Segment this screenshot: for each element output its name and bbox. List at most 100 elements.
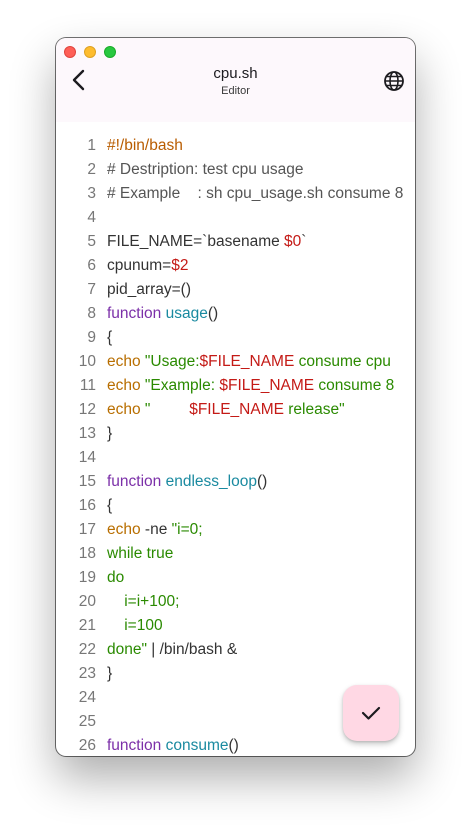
code-token: | /bin/bash &: [146, 641, 238, 658]
title-block: cpu.sh Editor: [56, 65, 415, 98]
line-code: echo "Example: $FILE_NAME consume 8: [107, 374, 394, 398]
line-number: 8: [87, 305, 96, 322]
line-number: 10: [78, 353, 96, 370]
code-token: FILE_NAME=`basename: [107, 233, 285, 250]
line-number: 12: [78, 401, 96, 418]
code-token: consume 8: [314, 377, 395, 394]
line-number: 26: [78, 737, 96, 754]
code-line[interactable]: 23}: [56, 662, 415, 686]
line-number: 4: [87, 209, 96, 226]
line-number: 13: [78, 425, 96, 442]
code-token: while true: [107, 545, 174, 562]
line-number: 7: [87, 281, 96, 298]
code-line[interactable]: 6 cpunum=$2: [56, 254, 415, 278]
code-line[interactable]: 20 i=i+100;: [56, 590, 415, 614]
line-number: 6: [87, 257, 96, 274]
code-token: consume cpu: [294, 353, 391, 370]
line-number: 18: [78, 545, 96, 562]
code-line[interactable]: 11 echo "Example: $FILE_NAME consume 8: [56, 374, 415, 398]
code-token: i=100: [107, 617, 163, 634]
code-editor[interactable]: 1 #!/bin/bash 2 # Destription: test cpu usa…: [56, 134, 415, 756]
close-window-button[interactable]: [64, 46, 76, 58]
line-code: function usage(): [107, 302, 218, 326]
line-number: 11: [79, 377, 96, 394]
code-line[interactable]: 14: [56, 446, 415, 470]
code-line[interactable]: 10 echo "Usage:$FILE_NAME consume cpu: [56, 350, 415, 374]
code-token: {: [107, 329, 113, 346]
code-token: release": [283, 401, 345, 418]
code-token: echo: [107, 521, 141, 538]
code-token: function: [107, 473, 162, 490]
code-token: do: [107, 569, 125, 586]
line-code: cpunum=$2: [107, 254, 188, 278]
line-number: 5: [87, 233, 96, 250]
code-line[interactable]: 18 while true: [56, 542, 415, 566]
line-code: {: [107, 494, 112, 518]
code-token: (): [207, 305, 219, 322]
code-token: done": [107, 641, 147, 658]
line-number: 19: [78, 569, 96, 586]
line-code: #!/bin/bash: [107, 134, 183, 158]
line-code: i=i+100;: [107, 590, 179, 614]
line-number: 2: [87, 161, 96, 178]
line-number: 15: [78, 473, 96, 490]
line-code: {: [107, 326, 112, 350]
line-number: 17: [78, 521, 96, 538]
save-fab-button[interactable]: [343, 685, 399, 741]
code-token: cpunum=: [107, 257, 172, 274]
code-line[interactable]: 9{: [56, 326, 415, 350]
window-controls: [64, 46, 116, 58]
code-line[interactable]: 15 function endless_loop(): [56, 470, 415, 494]
code-token: "Usage:: [140, 353, 200, 370]
code-line[interactable]: 22 done" | /bin/bash &: [56, 638, 415, 662]
line-number: 21: [78, 617, 96, 634]
line-code: function endless_loop(): [107, 470, 267, 494]
code-line[interactable]: 5 FILE_NAME=`basename $0`: [56, 230, 415, 254]
line-number: 23: [78, 665, 96, 682]
code-token: `: [301, 233, 307, 250]
code-token: $FILE_NAME: [199, 353, 295, 370]
code-line[interactable]: 19 do: [56, 566, 415, 590]
code-token: ": [140, 401, 190, 418]
line-code: done" | /bin/bash &: [107, 638, 237, 662]
language-button[interactable]: [381, 68, 407, 94]
code-line[interactable]: 4: [56, 206, 415, 230]
code-token: }: [107, 665, 113, 682]
code-token: # Example : sh cpu_usage.sh consume 8: [107, 185, 404, 202]
code-token: usage: [165, 305, 208, 322]
code-token: function: [107, 305, 162, 322]
line-code: function consume(): [107, 734, 239, 756]
code-token: function: [107, 737, 162, 754]
line-number: 14: [78, 449, 96, 466]
code-line[interactable]: 3 # Example : sh cpu_usage.sh consume 8: [56, 182, 415, 206]
code-line[interactable]: 1 #!/bin/bash: [56, 134, 415, 158]
page-title: cpu.sh: [213, 65, 258, 82]
code-token: pid_array=(): [107, 281, 191, 298]
app-bar: cpu.sh Editor: [56, 38, 415, 122]
code-line[interactable]: 12 echo " $FILE_NAME release": [56, 398, 415, 422]
code-line[interactable]: 8 function usage(): [56, 302, 415, 326]
line-code: }: [107, 662, 112, 686]
code-line[interactable]: 21 i=100: [56, 614, 415, 638]
code-line[interactable]: 17 echo -ne "i=0;: [56, 518, 415, 542]
code-line[interactable]: 13}: [56, 422, 415, 446]
minimize-window-button[interactable]: [84, 46, 96, 58]
line-number: 3: [87, 185, 96, 202]
maximize-window-button[interactable]: [104, 46, 116, 58]
code-line[interactable]: 16 {: [56, 494, 415, 518]
line-number: 16: [78, 497, 96, 514]
page-subtitle: Editor: [221, 85, 250, 97]
line-code: # Destription: test cpu usage: [107, 158, 303, 182]
code-line[interactable]: 2 # Destription: test cpu usage: [56, 158, 415, 182]
globe-icon: [384, 71, 404, 91]
line-number: 9: [87, 329, 96, 346]
code-token: $FILE_NAME: [219, 377, 315, 394]
code-token: "Example:: [140, 377, 220, 394]
line-code: pid_array=(): [107, 278, 191, 302]
line-code: FILE_NAME=`basename $0`: [107, 230, 306, 254]
line-code: echo -ne "i=0;: [107, 518, 203, 542]
code-token: #!/bin/bash: [107, 137, 183, 154]
code-token: -ne: [140, 521, 172, 538]
code-token: {: [107, 497, 113, 514]
code-line[interactable]: 7 pid_array=(): [56, 278, 415, 302]
